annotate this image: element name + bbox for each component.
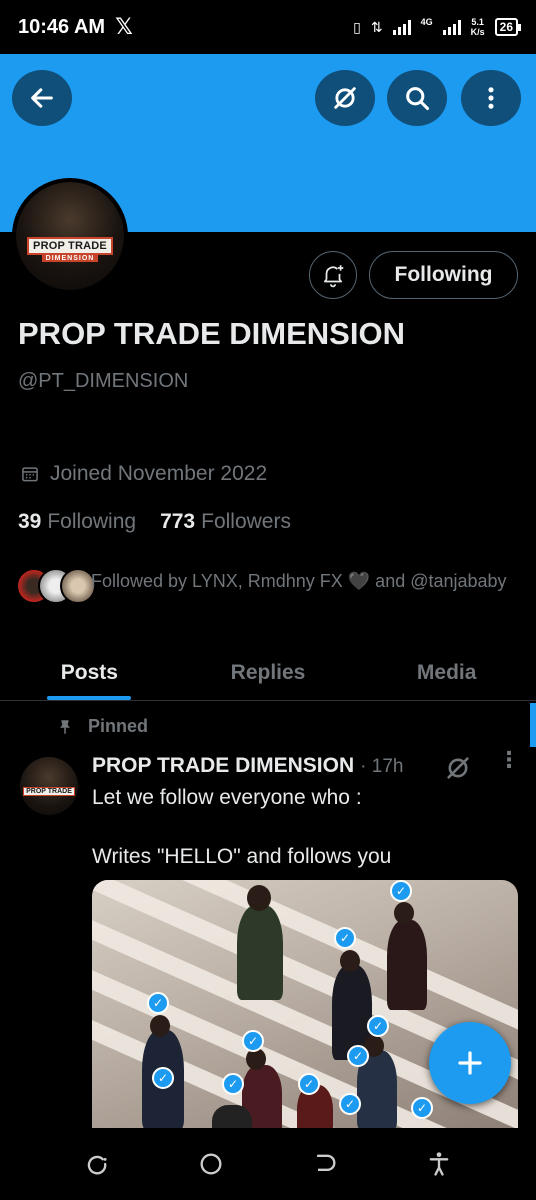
pin-icon bbox=[60, 719, 70, 734]
tweet-time: · 17h bbox=[360, 756, 404, 777]
pinned-label: Pinned bbox=[56, 716, 148, 737]
accessibility-icon[interactable] bbox=[425, 1150, 453, 1178]
follow-stats: 39 Following 773 Followers bbox=[18, 510, 291, 534]
tweet-author-avatar[interactable]: PROP TRADE bbox=[20, 757, 78, 815]
tweet-grok-button[interactable] bbox=[444, 754, 472, 787]
more-button[interactable] bbox=[461, 70, 521, 126]
verified-badge-icon: ✓ bbox=[152, 1067, 174, 1089]
tweet-text-line-2: Writes "HELLO" and follows you bbox=[92, 845, 392, 868]
network-type: 4G bbox=[420, 17, 433, 27]
avatar-logo-text: PROP TRADE bbox=[27, 237, 113, 255]
tab-posts[interactable]: Posts bbox=[0, 645, 179, 700]
data-arrows-icon: ⇅ bbox=[370, 18, 383, 35]
verified-badge-icon: ✓ bbox=[147, 992, 169, 1014]
tab-media[interactable]: Media bbox=[357, 645, 536, 700]
profile-name: PROP TRADE DIMENSION bbox=[18, 316, 405, 351]
profile-avatar[interactable]: PROP TRADE DIMENSION bbox=[12, 178, 128, 294]
verified-badge-icon: ✓ bbox=[298, 1073, 320, 1095]
followed-by-avatars[interactable] bbox=[16, 568, 96, 604]
following-stat[interactable]: 39 Following bbox=[18, 510, 136, 534]
tweet-author-name[interactable]: PROP TRADE DIMENSION bbox=[92, 754, 354, 778]
grok-icon bbox=[447, 757, 469, 779]
verified-badge-icon: ✓ bbox=[347, 1045, 369, 1067]
recent-apps-icon[interactable] bbox=[83, 1150, 111, 1178]
avatar-image: PROP TRADE DIMENSION bbox=[16, 182, 124, 290]
verified-badge-icon: ✓ bbox=[390, 880, 412, 902]
pedestrian-head bbox=[247, 885, 271, 911]
status-time: 10:46 AM bbox=[18, 15, 106, 38]
calendar-icon bbox=[22, 467, 38, 482]
signal-icon-2 bbox=[442, 19, 461, 35]
grok-button[interactable] bbox=[315, 70, 375, 126]
more-vertical-icon bbox=[488, 87, 494, 109]
profile-tabs: Posts Replies Media bbox=[0, 645, 536, 701]
pedestrian-head bbox=[394, 902, 414, 924]
arrow-left-icon bbox=[31, 88, 53, 108]
pedestrian bbox=[387, 920, 427, 1010]
verified-badge-icon: ✓ bbox=[411, 1097, 433, 1119]
battery-icon: 26 bbox=[494, 18, 522, 36]
pinned-text: Pinned bbox=[88, 716, 149, 736]
status-icons: ▯ ⇅ 4G 5.1 K/s 26 bbox=[353, 17, 522, 37]
joined-date: Joined November 2022 bbox=[20, 462, 267, 486]
followed-by-text[interactable]: Followed by LYNX, Rmdhny FX 🖤 and @tanja… bbox=[91, 568, 511, 594]
scroll-indicator bbox=[530, 703, 536, 747]
net-speed: 5.1 K/s bbox=[471, 17, 485, 37]
signal-icon bbox=[392, 19, 411, 35]
followers-stat[interactable]: 773 Followers bbox=[160, 510, 291, 534]
verified-badge-icon: ✓ bbox=[242, 1030, 264, 1052]
home-icon[interactable] bbox=[197, 1150, 225, 1178]
tweet-more-button[interactable]: ⋮ bbox=[498, 749, 520, 771]
following-label: Following bbox=[47, 510, 137, 533]
verified-badge-icon: ✓ bbox=[334, 927, 356, 949]
joined-text: Joined November 2022 bbox=[50, 462, 268, 485]
profile-handle: @PT_DIMENSION bbox=[18, 370, 189, 392]
back-button[interactable] bbox=[12, 70, 72, 126]
x-logo-icon: 𝕏 bbox=[115, 14, 133, 39]
search-button[interactable] bbox=[387, 70, 447, 126]
vibrate-icon: ▯ bbox=[353, 18, 361, 35]
system-nav-bar bbox=[0, 1128, 536, 1200]
bell-plus-icon bbox=[324, 265, 344, 288]
followers-count: 773 bbox=[160, 510, 196, 533]
pedestrian-head bbox=[150, 1015, 170, 1037]
tweet-header: PROP TRADE DIMENSION · 17h bbox=[92, 754, 403, 778]
back-nav-icon[interactable] bbox=[311, 1150, 339, 1178]
status-bar: 10:46 AM 𝕏 ▯ ⇅ 4G 5.1 K/s 26 bbox=[0, 0, 536, 54]
followers-label: Followers bbox=[201, 510, 291, 533]
following-count: 39 bbox=[18, 510, 42, 533]
tweet-text-line-1: Let we follow everyone who : bbox=[92, 786, 362, 809]
verified-badge-icon: ✓ bbox=[367, 1015, 389, 1037]
pedestrian-head bbox=[340, 950, 360, 972]
compose-fab-button[interactable] bbox=[429, 1022, 511, 1104]
pedestrian bbox=[237, 905, 283, 1000]
net-speed-value: 5.1 bbox=[471, 17, 484, 27]
pedestrian bbox=[212, 1105, 252, 1128]
search-icon bbox=[406, 87, 430, 111]
avatar-logo-subtext: DIMENSION bbox=[41, 255, 99, 262]
plus-icon bbox=[458, 1051, 482, 1075]
verified-badge-icon: ✓ bbox=[222, 1073, 244, 1095]
tab-replies[interactable]: Replies bbox=[179, 645, 358, 700]
verified-badge-icon: ✓ bbox=[339, 1093, 361, 1115]
notifications-bell-button[interactable] bbox=[309, 251, 357, 299]
tweet-avatar-logo-text: PROP TRADE bbox=[23, 786, 75, 796]
following-button[interactable]: Following bbox=[369, 251, 518, 299]
grok-icon bbox=[334, 87, 356, 109]
net-speed-unit: K/s bbox=[470, 27, 485, 37]
